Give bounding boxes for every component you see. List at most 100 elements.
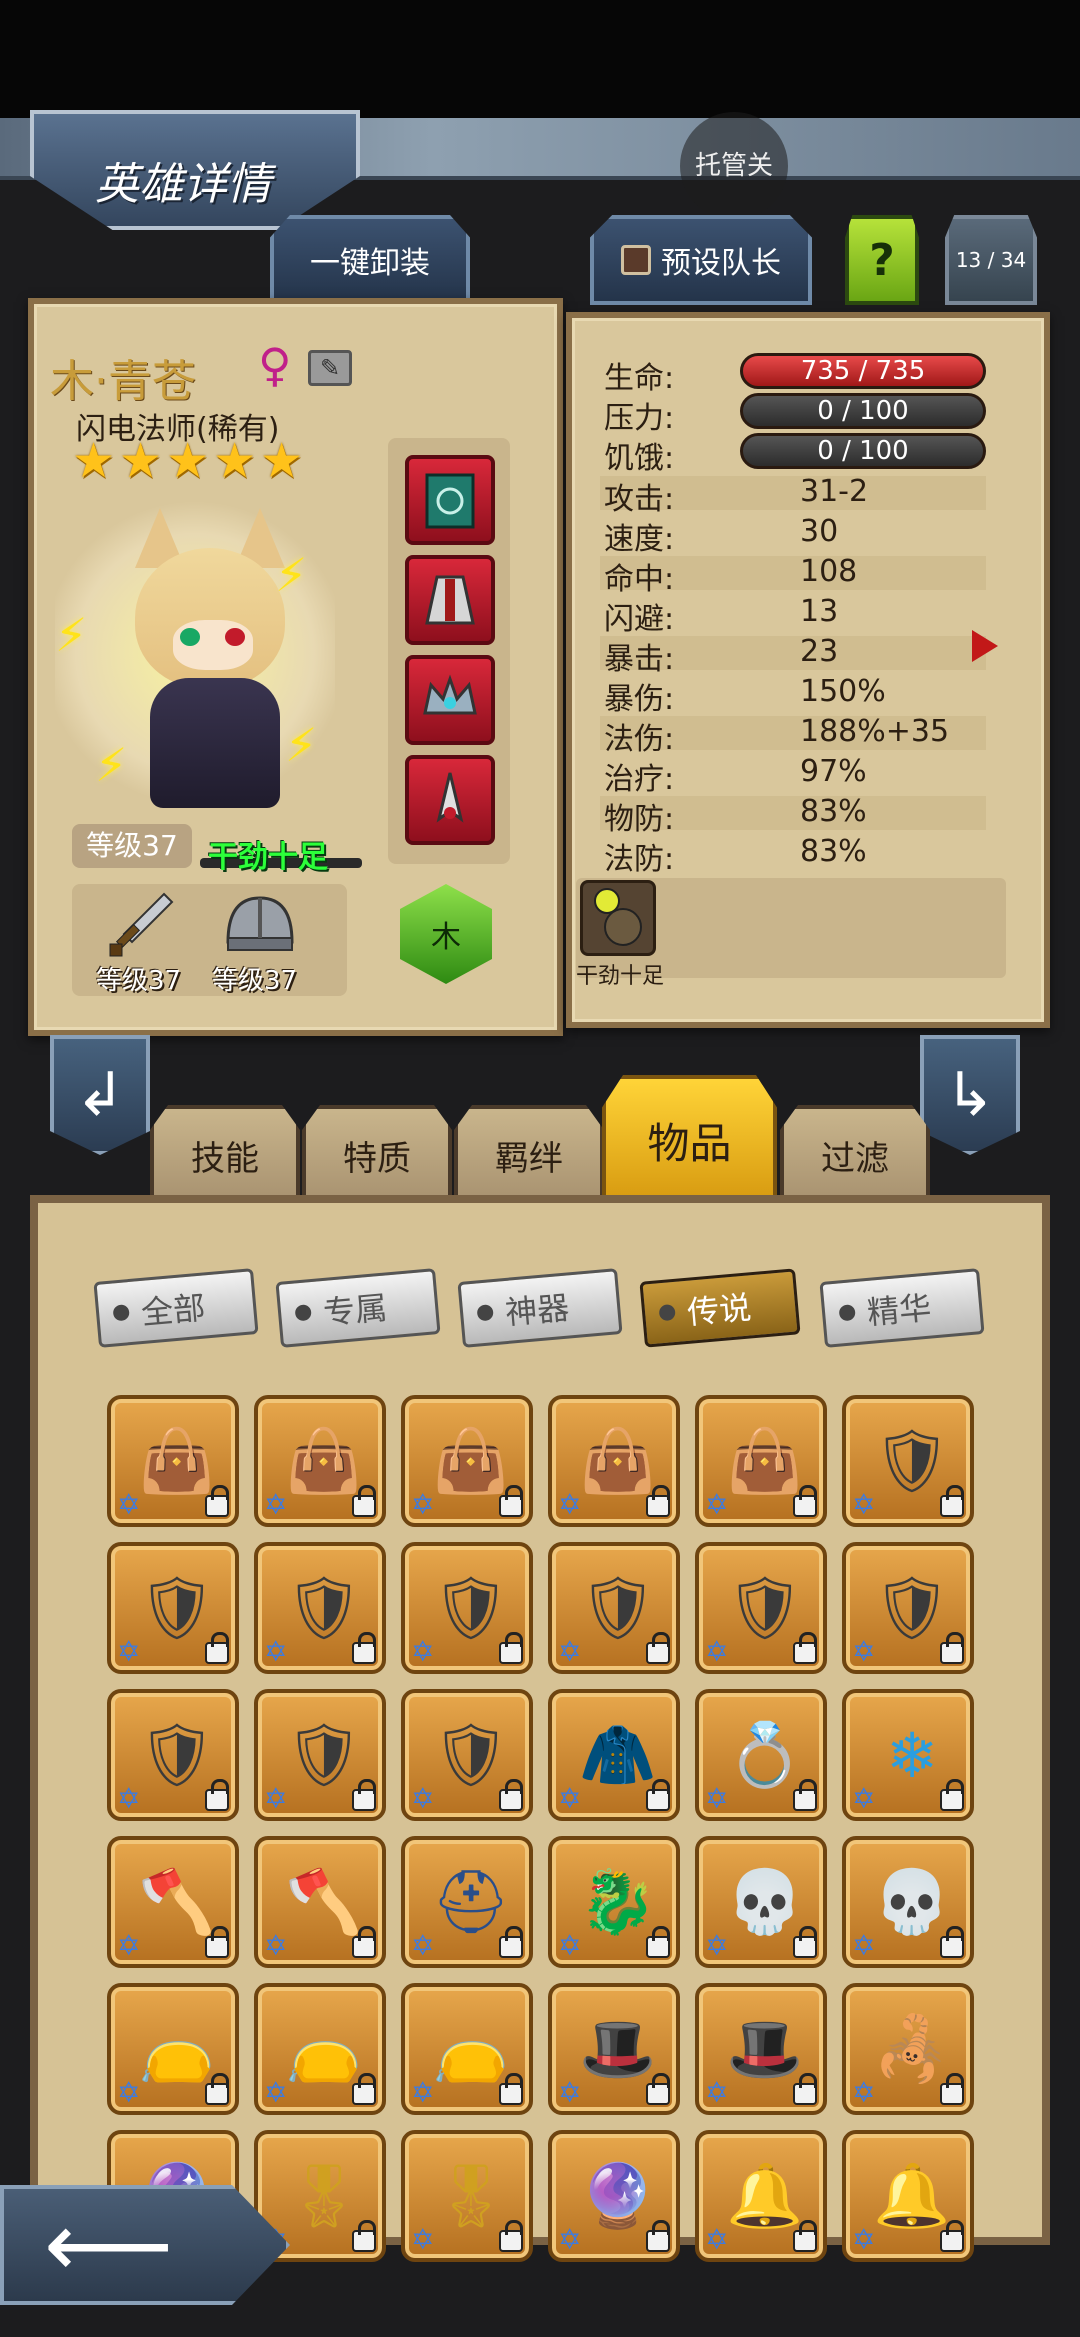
inventory-item[interactable]: 💀 ✡ [695, 1836, 827, 1968]
inventory-item[interactable]: 🛡 ✡ [254, 1689, 386, 1821]
stat-value: 150% [800, 674, 886, 709]
inventory-item[interactable]: 🎩 ✡ [695, 1983, 827, 2115]
stat-row-magic-damage: 法伤: 188%+35 [600, 714, 986, 757]
preset-leader-toggle[interactable]: 预设队长 [590, 215, 812, 305]
prev-hero-button[interactable]: ↲ [50, 1035, 150, 1155]
tab-bonds[interactable]: 羁绊 [454, 1105, 604, 1205]
rune-icon: ✡ [852, 1635, 876, 1668]
tab-traits[interactable]: 特质 [302, 1105, 452, 1205]
rune-icon: ✡ [117, 1488, 141, 1521]
axe-icon: 🪓 [138, 1865, 216, 1938]
unequip-all-button[interactable]: 一键卸装 [270, 215, 470, 305]
inventory-item[interactable]: 🧥 ✡ [548, 1689, 680, 1821]
gold-armor-icon: 🎖 [431, 2159, 511, 2232]
tab-skills[interactable]: 技能 [150, 1105, 300, 1205]
filter-artifact[interactable]: 神器 [457, 1268, 623, 1348]
hero-level: 等级37 [72, 824, 192, 868]
inventory-item[interactable]: 🪓 ✡ [254, 1836, 386, 1968]
rune-icon: ✡ [558, 1635, 582, 1668]
inventory-item[interactable]: 🛡 ✡ [842, 1542, 974, 1674]
next-hero-button[interactable]: ↳ [920, 1035, 1020, 1155]
equip-slot-armor[interactable] [405, 555, 495, 645]
inventory-item[interactable]: 🛡 ✡ [548, 1542, 680, 1674]
dot-icon [658, 1303, 676, 1322]
filter-essence[interactable]: 精华 [819, 1268, 985, 1348]
inventory-item[interactable]: 💍 ✡ [695, 1689, 827, 1821]
inventory-item[interactable]: 👝 ✡ [401, 1983, 533, 2115]
checkbox-icon[interactable] [621, 245, 651, 275]
inventory-item[interactable]: 👜 ✡ [695, 1395, 827, 1527]
lock-icon [499, 2220, 523, 2252]
rune-icon: ✡ [558, 2076, 582, 2109]
rune-icon: ✡ [852, 2076, 876, 2109]
pouch-icon: 👝 [432, 2012, 510, 2085]
inventory-item[interactable]: 👝 ✡ [107, 1983, 239, 2115]
back-button[interactable]: ⟵ [0, 2185, 290, 2305]
filter-all[interactable]: 全部 [93, 1268, 259, 1348]
inventory-item[interactable]: 🔮✡ [548, 2130, 680, 2262]
dot-icon [476, 1304, 494, 1322]
mood-status: 干劲十足 [208, 840, 328, 875]
tab-label: 羁绊 [495, 1138, 563, 1179]
inventory-item[interactable]: 💀 ✡ [842, 1836, 974, 1968]
axe-icon: 🪓 [285, 1865, 363, 1938]
shield-icon: 🛡 [284, 1718, 364, 1791]
inventory-item[interactable]: 🎖✡ [401, 2130, 533, 2262]
rune-icon: ✡ [558, 1488, 582, 1521]
help-button[interactable]: ? [845, 215, 919, 305]
shield-icon: 🛡 [872, 1571, 952, 1644]
inventory-item[interactable]: 👝 ✡ [254, 1983, 386, 2115]
helmet-icon[interactable] [220, 890, 300, 960]
star-icon: ★ [166, 433, 210, 489]
inventory-item[interactable]: 🛡 ✡ [842, 1395, 974, 1527]
inventory-item[interactable]: ❄ ✡ [842, 1689, 974, 1821]
lock-icon [352, 1485, 376, 1517]
lock-icon [646, 2220, 670, 2252]
gold-armor-icon: 🎖 [284, 2159, 364, 2232]
lock-icon [940, 1632, 964, 1664]
inventory-item[interactable]: 🛡 ✡ [107, 1689, 239, 1821]
filter-exclusive[interactable]: 专属 [275, 1268, 441, 1348]
sword-icon[interactable] [106, 890, 176, 960]
shield-icon: 🛡 [725, 1571, 805, 1644]
inventory-item[interactable]: 🦂 ✡ [842, 1983, 974, 2115]
inventory-item[interactable]: 🛡 ✡ [401, 1689, 533, 1821]
tab-filter[interactable]: 过滤 [780, 1105, 930, 1205]
inventory-item[interactable]: 👜 ✡ [548, 1395, 680, 1527]
tab-items[interactable]: 物品 [602, 1075, 777, 1205]
inventory-item[interactable]: 👜 ✡ [254, 1395, 386, 1527]
witch-hat-icon: 🎩 [726, 2012, 804, 2085]
equip-slot-helmet[interactable] [405, 655, 495, 745]
inventory-item[interactable]: 🛡 ✡ [401, 1542, 533, 1674]
armor-level: 等级37 [212, 966, 298, 996]
eye-right [225, 628, 245, 646]
inventory-item[interactable]: 🪓 ✡ [107, 1836, 239, 1968]
stat-label: 治疗: [604, 762, 675, 797]
inventory-item[interactable]: 🔔 ✡ [695, 2130, 827, 2262]
dot-icon [838, 1304, 856, 1322]
inventory-item[interactable]: 👜 ✡ [107, 1395, 239, 1527]
inventory-item[interactable]: 🐉 ✡ [548, 1836, 680, 1968]
inventory-item[interactable]: ⛑ ✡ [401, 1836, 533, 1968]
pouch-icon: 👝 [138, 2012, 216, 2085]
stat-label: 暴击: [604, 642, 675, 677]
inventory-item[interactable]: 🛡 ✡ [695, 1542, 827, 1674]
dragon-ring-icon: 🐉 [579, 1865, 657, 1938]
inventory-item[interactable]: 🛡 ✡ [107, 1542, 239, 1674]
inventory-item[interactable]: 🔔 ✡ [842, 2130, 974, 2262]
filter-legend[interactable]: 传说 [639, 1268, 801, 1348]
stat-label: 攻击: [604, 482, 675, 517]
stat-label: 物防: [604, 802, 675, 837]
equip-slot-accessory[interactable] [405, 755, 495, 845]
trait-icon[interactable] [580, 880, 656, 956]
inventory-item[interactable]: 👜 ✡ [401, 1395, 533, 1527]
rename-edit-icon[interactable]: ✎ [308, 350, 352, 386]
hero-portrait[interactable]: ⚡ ⚡ ⚡ ⚡ [55, 488, 335, 818]
lightning-icon: ⚡ [95, 738, 128, 792]
star-icon: ★ [213, 433, 257, 489]
auto-button[interactable]: 托管关 [680, 112, 788, 220]
more-stats-arrow-icon[interactable] [972, 630, 998, 662]
inventory-item[interactable]: 🛡 ✡ [254, 1542, 386, 1674]
equip-slot-book[interactable] [405, 455, 495, 545]
inventory-item[interactable]: 🎩 ✡ [548, 1983, 680, 2115]
